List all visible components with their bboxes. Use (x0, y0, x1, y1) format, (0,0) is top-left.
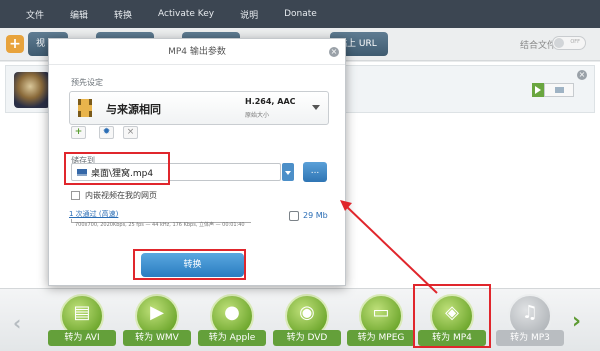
encoding-info: 700x700, 2020Kbps, 25 fps — 44 kHz, 176 … (75, 222, 245, 228)
toggle-knob (554, 38, 564, 48)
path-dropdown-button[interactable] (282, 163, 294, 181)
remove-file-icon[interactable]: × (577, 70, 587, 80)
convert-dvd-button[interactable]: ◉ 转为 DVD (273, 292, 341, 350)
file-size-icon (289, 211, 299, 221)
mp4-highlight-box (413, 284, 491, 348)
add-plus-icon[interactable]: + (6, 35, 24, 53)
converter-bar: ‹ ▤ 转为 AVI ▶ 转为 WMV ● 转为 Apple ◉ 转为 DVD … (0, 288, 600, 351)
menu-file[interactable]: 文件 (26, 8, 44, 21)
convert-highlight-box (133, 249, 246, 280)
encoding-pass-link[interactable]: 1 次通过 (高速) (69, 209, 118, 219)
delete-preset-button[interactable]: × (123, 126, 138, 139)
output-size: 29 Mb (303, 211, 328, 220)
menu-convert[interactable]: 转换 (114, 8, 132, 21)
menu-help[interactable]: 说明 (240, 8, 258, 21)
image-icon[interactable] (544, 83, 574, 97)
embed-checkbox[interactable] (71, 191, 80, 200)
film-icon (78, 99, 92, 117)
toggle-state: OFF (570, 39, 580, 45)
chevron-down-icon (312, 105, 320, 110)
convert-apple-button[interactable]: ● 转为 Apple (198, 292, 266, 350)
preset-codec: H.264, AAC (245, 97, 296, 106)
menu-edit[interactable]: 编辑 (70, 8, 88, 21)
menu-bar: 文件 编辑 转换 Activate Key 说明 Donate (0, 0, 600, 28)
merge-toggle[interactable]: OFF (552, 36, 586, 50)
scroll-left-icon[interactable]: ‹ (13, 311, 21, 335)
save-path-highlight-box (64, 152, 170, 185)
embed-label: 内嵌视频在我的网页 (85, 191, 157, 200)
convert-wmv-button[interactable]: ▶ 转为 WMV (123, 292, 191, 350)
browse-button[interactable]: ... (303, 162, 327, 182)
dialog-title: MP4 输出参数 (49, 39, 345, 65)
convert-mp3-button[interactable]: ♫ 转为 MP3 (496, 292, 564, 350)
merge-files-label: 结合文件 (520, 41, 557, 51)
preset-label: 预先设定 (71, 78, 103, 87)
play-icon[interactable] (532, 83, 544, 97)
preset-name: 与来源相同 (106, 103, 161, 116)
menu-activate-key[interactable]: Activate Key (158, 9, 214, 19)
dialog-close-icon[interactable]: × (329, 47, 339, 57)
preset-size: 原始大小 (245, 112, 270, 119)
convert-mp3-label: 转为 MP3 (496, 330, 564, 346)
menu-donate[interactable]: Donate (284, 9, 317, 19)
convert-apple-label: 转为 Apple (198, 330, 266, 346)
convert-avi-label: 转为 AVI (48, 330, 116, 346)
scroll-right-icon[interactable]: › (572, 309, 581, 334)
video-thumbnail (14, 72, 50, 108)
add-preset-button[interactable]: + (71, 126, 86, 139)
convert-wmv-label: 转为 WMV (123, 330, 191, 346)
preset-select[interactable]: 与来源相同 H.264, AAC 原始大小 (69, 91, 329, 125)
gear-icon[interactable]: ✹ (99, 126, 114, 139)
convert-mpeg-label: 转为 MPEG (347, 330, 415, 346)
convert-avi-button[interactable]: ▤ 转为 AVI (48, 292, 116, 350)
convert-mpeg-button[interactable]: ▭ 转为 MPEG (347, 292, 415, 350)
convert-dvd-label: 转为 DVD (273, 330, 341, 346)
